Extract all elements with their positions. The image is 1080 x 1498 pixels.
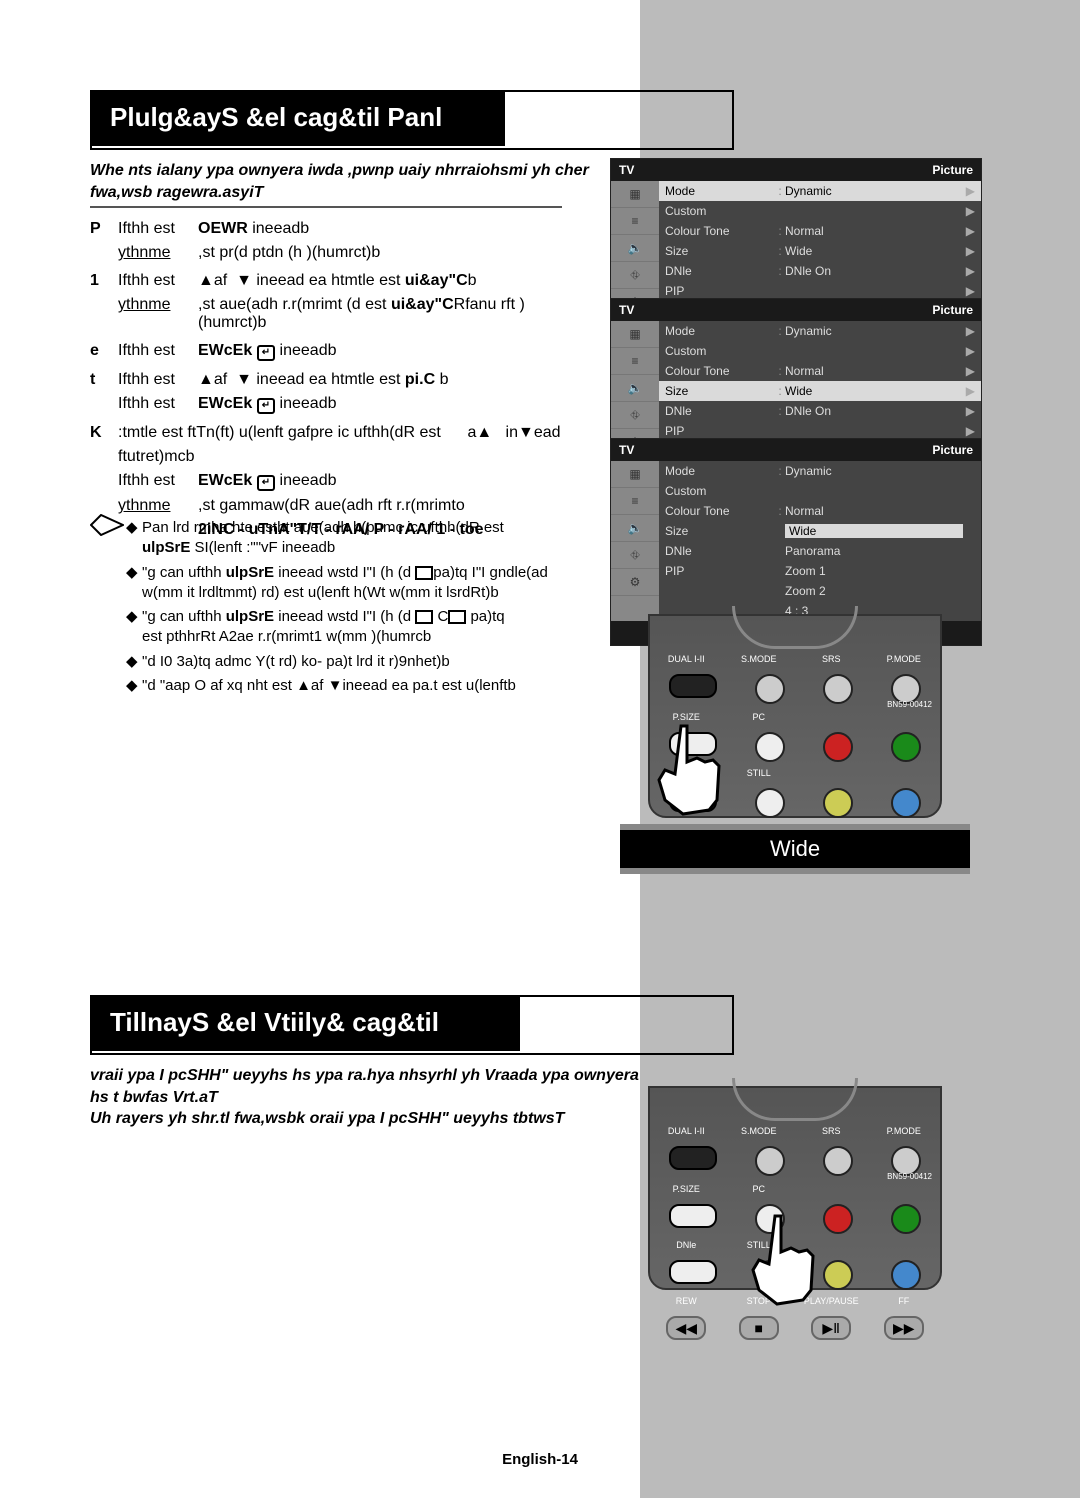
enter-icon: ↵ — [257, 345, 275, 361]
yellow-button[interactable] — [823, 1260, 853, 1290]
bars-icon: ≡ — [611, 208, 659, 235]
green-button[interactable] — [891, 1204, 921, 1234]
stop-button[interactable]: ■ — [739, 1316, 779, 1340]
rew-button[interactable]: ◀◀ — [666, 1316, 706, 1340]
steps: P Ifthh est OEWR ineeadb ythnme ,st pr(d… — [90, 214, 570, 541]
blue-button[interactable] — [891, 788, 921, 818]
step-P: P Ifthh est OEWR ineeadb — [90, 220, 570, 238]
hand-pointer-icon — [646, 716, 726, 829]
smode-button[interactable] — [755, 674, 785, 704]
remote-code: BN59-00412 — [887, 700, 932, 709]
section1-intro: Whe nts ialany ypa ownyera iwda ,pwnp ua… — [90, 160, 589, 203]
smode-button[interactable] — [755, 1146, 785, 1176]
dual-button[interactable] — [669, 674, 717, 698]
yellow-button[interactable] — [823, 788, 853, 818]
triangle-down-icon — [236, 272, 252, 289]
psize-button[interactable] — [669, 1204, 717, 1228]
picture-icon: ▦ — [611, 181, 659, 208]
section1-title-bar: Plulg&ayS &el cag&til Panl — [90, 90, 730, 146]
section2-intro: vraii ypa I pcSHH" ueyyhs hs ypa ra.hya … — [90, 1065, 639, 1130]
sliders-icon: ⛗ — [611, 262, 659, 289]
section1-title: Plulg&ayS &el cag&til Panl — [90, 90, 730, 145]
step-t: t Ifthh est af ineead ea htmtle est pi.C… — [90, 371, 570, 389]
pc-button[interactable] — [755, 732, 785, 762]
remote-control-1: DUAL I-IIS.MODESRSP.MODE BN59-00412 P.SI… — [648, 614, 942, 818]
section2-title-bar: TillnayS &el Vtiily& cag&til — [90, 995, 730, 1051]
step-e: e Ifthh est EWcEk ↵ ineeadb — [90, 342, 570, 361]
step-1: 1 Ifthh est af ineead ea htmtle est ui&a… — [90, 272, 570, 290]
notes-block: ◆Pan lrd rmha hte estht aue(adh h(pumc i… — [90, 514, 568, 700]
red-button[interactable] — [823, 1204, 853, 1234]
box-icon — [415, 566, 433, 580]
still-button[interactable] — [755, 788, 785, 818]
section2-title: TillnayS &el Vtiily& cag&til — [90, 995, 730, 1050]
play-button[interactable]: ▶Ⅱ — [811, 1316, 851, 1340]
ff-button[interactable]: ▶▶ — [884, 1316, 924, 1340]
hand-pointer-icon — [740, 1206, 820, 1319]
dual-button[interactable] — [669, 1146, 717, 1170]
remote-control-2: DUAL I-IIS.MODESRSP.MODE BN59-00412 P.SI… — [648, 1086, 942, 1290]
note-icon — [90, 514, 124, 536]
page-footer: English-14 — [494, 1449, 586, 1470]
srs-button[interactable] — [823, 674, 853, 704]
red-button[interactable] — [823, 732, 853, 762]
speaker-icon: 🔈 — [611, 235, 659, 262]
blue-button[interactable] — [891, 1260, 921, 1290]
dnle-button[interactable] — [669, 1260, 717, 1284]
srs-button[interactable] — [823, 1146, 853, 1176]
green-button[interactable] — [891, 732, 921, 762]
triangle-up-icon — [198, 272, 214, 289]
wide-indicator: Wide — [620, 824, 970, 874]
step-K: K :tmtle est ftTn(ft) u(lenft gafpre ic … — [90, 424, 570, 442]
